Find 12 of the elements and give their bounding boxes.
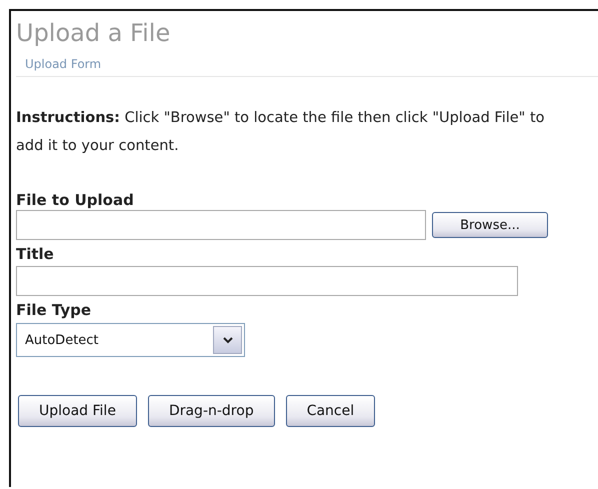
page-title: Upload a File [16, 18, 170, 49]
field-label: Title [16, 245, 54, 264]
form-button[interactable]: Cancel [286, 395, 376, 427]
file-path-field[interactable] [16, 210, 426, 240]
instructions-text: Instructions: Click "Browse" to locate the file then click "Upload File" to add it to your content. [16, 109, 546, 156]
form-button[interactable]: Upload File [18, 395, 137, 427]
title-field[interactable] [16, 266, 518, 296]
file-type-dropdown[interactable]: AutoDetect [16, 323, 245, 357]
field-label: File Type [16, 301, 92, 320]
field-label: File to Upload [16, 191, 134, 210]
form-button[interactable]: Drag-n-drop [148, 395, 275, 427]
browse-button[interactable]: Browse... [432, 212, 548, 238]
